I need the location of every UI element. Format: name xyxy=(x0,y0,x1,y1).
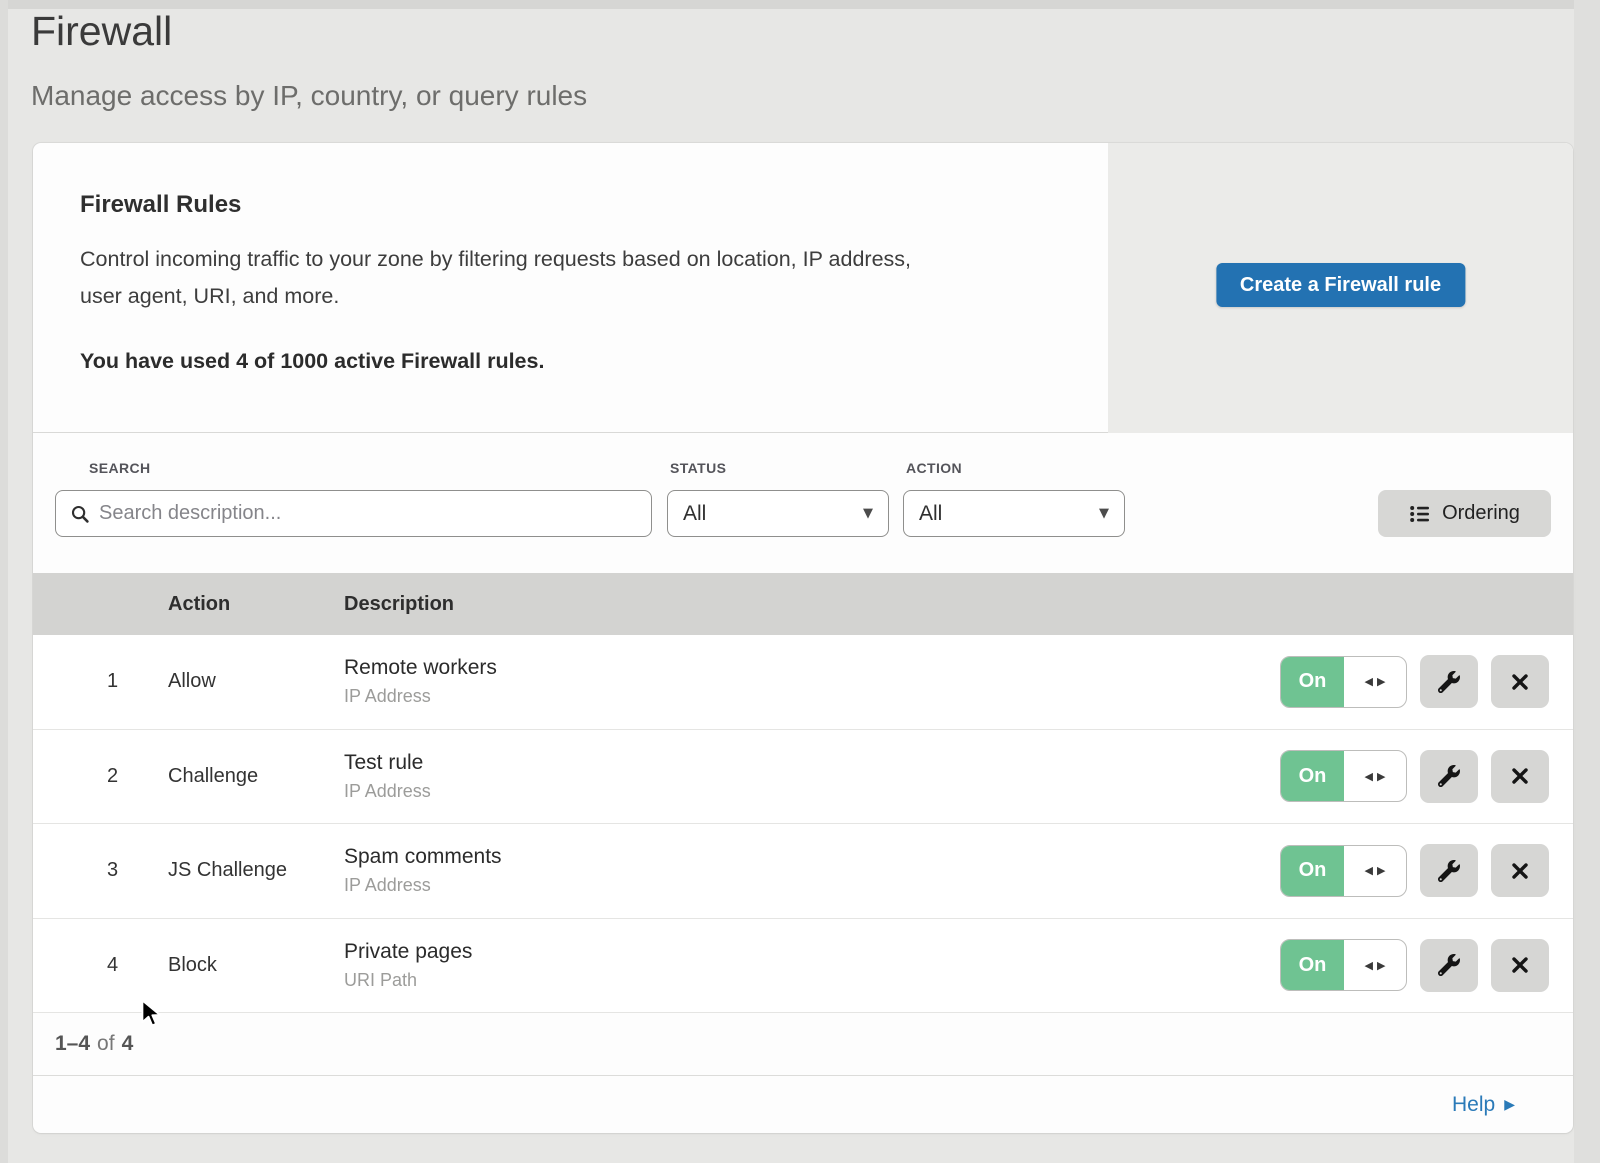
pagination-range: 1–4 xyxy=(55,1032,90,1056)
search-input[interactable] xyxy=(99,502,637,525)
delete-rule-button[interactable] xyxy=(1491,655,1549,708)
left-right-arrows-icon: ◀▶ xyxy=(1361,959,1390,972)
table-row: 1 Allow Remote workers IP Address On ◀▶ xyxy=(33,635,1573,730)
help-link-label: Help xyxy=(1452,1093,1495,1117)
edit-rule-button[interactable] xyxy=(1420,844,1478,897)
left-right-arrows-icon: ◀▶ xyxy=(1361,675,1390,688)
wrench-icon xyxy=(1438,765,1460,787)
help-link[interactable]: Help ▶ xyxy=(1452,1093,1515,1117)
toggle-drag-handle[interactable]: ◀▶ xyxy=(1344,940,1406,990)
search-label: SEARCH xyxy=(89,460,151,476)
description-column-header: Description xyxy=(344,593,1280,616)
rule-description: Spam comments xyxy=(344,845,1280,869)
card-heading: Firewall Rules xyxy=(80,191,241,219)
rule-description: Private pages xyxy=(344,940,1280,964)
chevron-down-icon: ▼ xyxy=(863,506,873,521)
ordered-list-icon xyxy=(1409,503,1431,525)
pagination: 1–4 of 4 xyxy=(33,1013,1573,1076)
close-icon xyxy=(1510,861,1530,881)
status-select-value: All xyxy=(683,502,706,526)
ordering-button-label: Ordering xyxy=(1442,502,1520,525)
action-select-value: All xyxy=(919,502,942,526)
action-column-header: Action xyxy=(168,593,344,616)
rule-priority: 4 xyxy=(33,954,168,977)
page-subtitle: Manage access by IP, country, or query r… xyxy=(31,80,587,112)
toggle-drag-handle[interactable]: ◀▶ xyxy=(1344,846,1406,896)
left-right-arrows-icon: ◀▶ xyxy=(1361,864,1390,877)
rule-priority: 3 xyxy=(33,859,168,882)
wrench-icon xyxy=(1438,954,1460,976)
rule-action: JS Challenge xyxy=(168,859,344,882)
ordering-button[interactable]: Ordering xyxy=(1378,490,1551,537)
rule-description: Remote workers xyxy=(344,656,1280,680)
rule-action: Block xyxy=(168,954,344,977)
status-label: STATUS xyxy=(670,460,726,476)
card-footer: Help ▶ xyxy=(33,1076,1573,1133)
rule-enabled-toggle[interactable]: On ◀▶ xyxy=(1280,845,1407,897)
edit-rule-button[interactable] xyxy=(1420,655,1478,708)
wrench-icon xyxy=(1438,671,1460,693)
pagination-total: 4 xyxy=(122,1032,134,1056)
close-icon xyxy=(1510,672,1530,692)
rule-enabled-toggle[interactable]: On ◀▶ xyxy=(1280,750,1407,802)
search-box[interactable] xyxy=(55,490,652,537)
wrench-icon xyxy=(1438,860,1460,882)
mouse-cursor xyxy=(141,999,163,1029)
rule-priority: 2 xyxy=(33,765,168,788)
firewall-rules-card: Create a Firewall rule Firewall Rules Co… xyxy=(33,143,1573,1133)
window-edge-right xyxy=(1574,0,1600,1163)
rule-match-type: IP Address xyxy=(344,875,1280,896)
arrow-right-icon: ▶ xyxy=(1504,1097,1515,1113)
action-label: ACTION xyxy=(906,460,962,476)
firewall-rules-intro: Create a Firewall rule Firewall Rules Co… xyxy=(33,143,1573,433)
rule-match-type: IP Address xyxy=(344,781,1280,802)
create-rule-panel: Create a Firewall rule xyxy=(1108,143,1573,433)
card-description-line-1: Control incoming traffic to your zone by… xyxy=(80,241,911,278)
pagination-of: of xyxy=(97,1032,115,1056)
window-edge-top xyxy=(0,0,1600,9)
rule-match-type: IP Address xyxy=(344,686,1280,707)
table-row: 2 Challenge Test rule IP Address On ◀▶ xyxy=(33,730,1573,825)
toggle-on-label: On xyxy=(1281,940,1344,990)
edit-rule-button[interactable] xyxy=(1420,750,1478,803)
rule-action: Challenge xyxy=(168,765,344,788)
delete-rule-button[interactable] xyxy=(1491,750,1549,803)
status-select[interactable]: All ▼ xyxy=(667,490,889,537)
delete-rule-button[interactable] xyxy=(1491,844,1549,897)
usage-summary: You have used 4 of 1000 active Firewall … xyxy=(80,349,544,374)
rule-match-type: URI Path xyxy=(344,970,1280,991)
search-icon xyxy=(70,504,90,524)
rule-enabled-toggle[interactable]: On ◀▶ xyxy=(1280,656,1407,708)
window-edge-left xyxy=(0,0,8,1163)
edit-rule-button[interactable] xyxy=(1420,939,1478,992)
table-row: 3 JS Challenge Spam comments IP Address … xyxy=(33,824,1573,919)
toggle-on-label: On xyxy=(1281,657,1344,707)
close-icon xyxy=(1510,766,1530,786)
card-description: Control incoming traffic to your zone by… xyxy=(80,241,911,315)
toggle-on-label: On xyxy=(1281,751,1344,801)
table-row: 4 Block Private pages URI Path On ◀▶ xyxy=(33,919,1573,1014)
rule-action: Allow xyxy=(168,670,344,693)
rule-description: Test rule xyxy=(344,751,1280,775)
card-description-line-2: user agent, URI, and more. xyxy=(80,278,911,315)
chevron-down-icon: ▼ xyxy=(1099,506,1109,521)
toggle-drag-handle[interactable]: ◀▶ xyxy=(1344,751,1406,801)
toggle-drag-handle[interactable]: ◀▶ xyxy=(1344,657,1406,707)
rule-enabled-toggle[interactable]: On ◀▶ xyxy=(1280,939,1407,991)
rule-priority: 1 xyxy=(33,670,168,693)
create-firewall-rule-button[interactable]: Create a Firewall rule xyxy=(1216,263,1465,307)
table-header: Action Description xyxy=(33,573,1573,635)
firewall-page: Firewall Manage access by IP, country, o… xyxy=(0,0,1600,1163)
toggle-on-label: On xyxy=(1281,846,1344,896)
close-icon xyxy=(1510,955,1530,975)
action-select[interactable]: All ▼ xyxy=(903,490,1125,537)
left-right-arrows-icon: ◀▶ xyxy=(1361,770,1390,783)
delete-rule-button[interactable] xyxy=(1491,939,1549,992)
page-title: Firewall xyxy=(31,8,172,55)
rules-list: 1 Allow Remote workers IP Address On ◀▶ xyxy=(33,635,1573,1013)
